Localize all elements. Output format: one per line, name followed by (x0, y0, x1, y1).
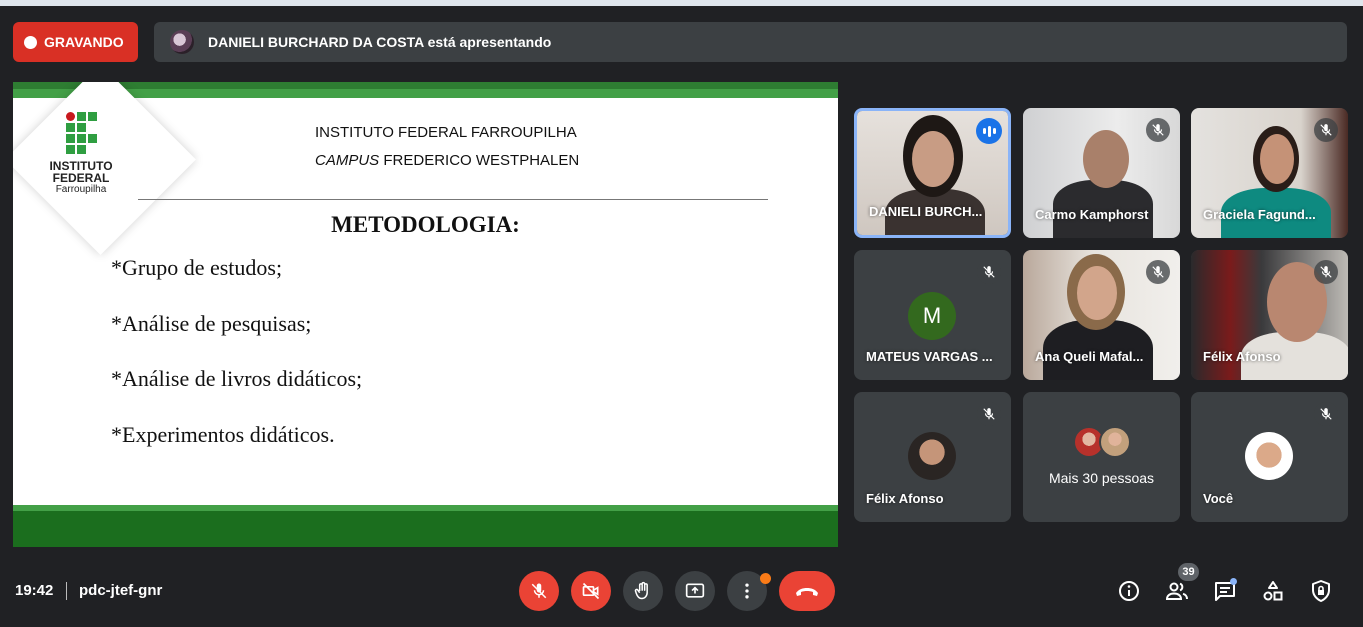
more-participants-avatars (1073, 426, 1133, 458)
mic-off-icon (1314, 402, 1338, 426)
window-top-strip (0, 0, 1363, 6)
slide-header-line2: CAMPUS FREDERICO WESTPHALEN (315, 152, 579, 169)
more-participants-label: Mais 30 pessoas (1048, 470, 1155, 486)
chat-unread-dot (1230, 578, 1237, 585)
participant-name: Carmo Kamphorst (1035, 207, 1149, 222)
mic-off-icon (1314, 260, 1338, 284)
leave-call-button[interactable] (779, 571, 835, 611)
recording-label: GRAVANDO (44, 34, 124, 50)
slide-divider (138, 199, 768, 200)
presenting-banner: DANIELI BURCHARD DA COSTA está apresenta… (154, 22, 1347, 62)
mic-off-icon (1314, 118, 1338, 142)
participant-tile-ana-queli[interactable]: Ana Queli Mafal... (1023, 250, 1180, 380)
participant-tile-graciela[interactable]: Graciela Fagund... (1191, 108, 1348, 238)
participant-name: MATEUS VARGAS ... (866, 349, 993, 364)
activities-button[interactable] (1260, 578, 1286, 604)
participant-tile-carmo[interactable]: Carmo Kamphorst (1023, 108, 1180, 238)
present-icon (685, 583, 705, 598)
people-button[interactable] (1164, 578, 1190, 604)
mic-off-icon (1146, 118, 1170, 142)
mic-toggle-button[interactable] (519, 571, 559, 611)
hang-up-icon (796, 588, 818, 596)
participant-count-badge: 39 (1178, 563, 1199, 581)
more-vert-icon (745, 583, 749, 599)
institute-logo: INSTITUTO FEDERAL Farroupilha (41, 112, 121, 196)
participant-tile-self[interactable]: Você (1191, 392, 1348, 522)
slide-bullet: *Análise de livros didáticos; (111, 366, 363, 391)
recording-dot-icon (24, 35, 37, 49)
slide-bullet: *Grupo de estudos; (111, 255, 283, 280)
participant-name: Félix Afonso (1203, 349, 1281, 364)
meeting-code: pdc-jtef-gnr (79, 582, 163, 599)
participant-name: DANIELI BURCH... (869, 204, 983, 219)
slide-header-line1: INSTITUTO FEDERAL FARROUPILHA (315, 124, 577, 141)
slide-title: METODOLOGIA: (331, 212, 520, 237)
participant-tile-danieli[interactable]: DANIELI BURCH... (854, 108, 1011, 238)
meeting-clock: 19:42 (15, 582, 54, 599)
presenting-text: DANIELI BURCHARD DA COSTA está apresenta… (208, 34, 552, 50)
camera-off-icon (582, 582, 600, 600)
mic-off-icon (977, 260, 1001, 284)
slide-header-campus-name: FREDERICO WESTPHALEN (379, 152, 580, 169)
speaking-indicator-icon (976, 118, 1002, 144)
participant-tile-mateus[interactable]: M MATEUS VARGAS ... (854, 250, 1011, 380)
present-screen-button[interactable] (675, 571, 715, 611)
participant-name: Félix Afonso (866, 491, 944, 506)
participant-avatar-initial: M (908, 292, 956, 340)
participant-name: Graciela Fagund... (1203, 207, 1316, 222)
slide-bullet: *Análise de pesquisas; (111, 311, 312, 336)
host-controls-button[interactable] (1308, 578, 1334, 604)
activities-icon (1263, 581, 1283, 601)
notification-dot (760, 573, 771, 584)
participant-name: Ana Queli Mafal... (1035, 349, 1144, 364)
logo-mark-icon (65, 112, 97, 154)
participant-avatar-photo (908, 432, 956, 480)
raise-hand-button[interactable] (623, 571, 663, 611)
bottom-separator (66, 582, 67, 600)
self-avatar-photo (1245, 432, 1293, 480)
slide-bullet: *Experimentos didáticos. (111, 422, 335, 447)
slide-bottom-band (13, 511, 838, 547)
mic-off-icon (531, 583, 547, 599)
recording-badge: GRAVANDO (13, 22, 138, 62)
shield-lock-icon (1312, 580, 1330, 602)
logo-text-line3: Farroupilha (55, 184, 107, 195)
mic-off-icon (1146, 260, 1170, 284)
participant-tile-felix-video[interactable]: Félix Afonso (1191, 250, 1348, 380)
presenter-avatar (170, 30, 194, 54)
logo-text-line2: FEDERAL (52, 171, 110, 185)
slide-header-campus: CAMPUS (315, 152, 380, 169)
participant-tile-felix-avatar[interactable]: Félix Afonso (854, 392, 1011, 522)
hand-icon (634, 581, 648, 600)
meeting-info-button[interactable] (1116, 578, 1142, 604)
more-participants-tile[interactable]: Mais 30 pessoas (1023, 392, 1180, 522)
mic-off-icon (977, 402, 1001, 426)
info-icon (1119, 581, 1139, 601)
people-icon (1165, 582, 1188, 600)
presentation-slide: INSTITUTO FEDERAL Farroupilha INSTITUTO … (13, 82, 838, 547)
camera-toggle-button[interactable] (571, 571, 611, 611)
slide-top-band-dark (13, 82, 838, 89)
participant-name: Você (1203, 491, 1234, 506)
